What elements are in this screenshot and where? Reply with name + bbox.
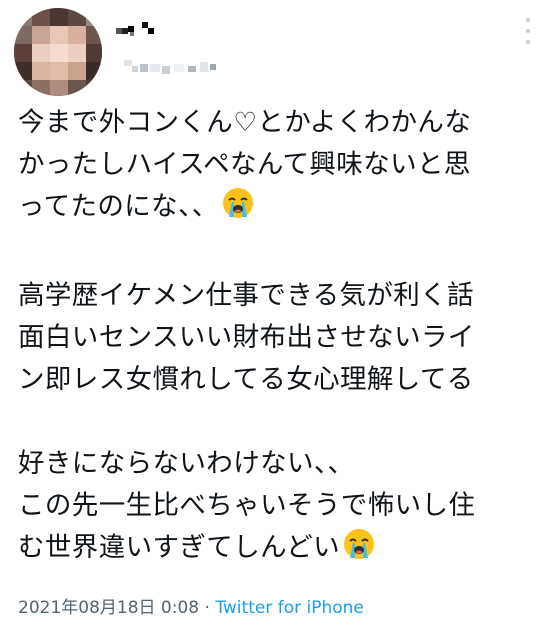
tweet-line: 今まで外コンくん♡とかよくわかんな bbox=[18, 107, 472, 138]
tweet-line: この先一生比べちゃいそうで怖いし住 bbox=[18, 490, 476, 521]
meta-separator: · bbox=[199, 598, 216, 618]
loudly-crying-face-icon bbox=[221, 186, 255, 233]
tweet-line: む世界違いすぎてしんどい bbox=[18, 527, 538, 574]
tweet-text: 今まで外コンくん♡とかよくわかんな かったしハイスペなんて興味ないと思 ってたの… bbox=[18, 102, 538, 574]
avatar[interactable] bbox=[14, 8, 102, 96]
tweet-line: 高学歴イケメン仕事できる気が利く話 bbox=[18, 280, 474, 311]
tweet-line: ってたのにな、、 bbox=[18, 186, 538, 233]
tweet-line: かったしハイスペなんて興味ないと思 bbox=[18, 149, 471, 180]
tweet-meta: 2021年08月18日 0:08 · Twitter for iPhone bbox=[18, 593, 364, 618]
more-options-icon[interactable] bbox=[524, 18, 532, 44]
username-redacted[interactable] bbox=[116, 60, 226, 80]
tweet-timestamp[interactable]: 2021年08月18日 0:08 bbox=[18, 598, 199, 618]
avatar-pixelated-image bbox=[14, 8, 102, 96]
tweet-line: 好きにならないわけない、、 bbox=[18, 448, 355, 479]
tweet-line: ン即レス女慣れしてる女心理解してる bbox=[18, 364, 474, 395]
display-name-redacted[interactable] bbox=[116, 22, 176, 46]
tweet-line: 面白いセンスいい財布出させないライ bbox=[18, 322, 475, 353]
tweet-source-link[interactable]: Twitter for iPhone bbox=[215, 598, 364, 618]
loudly-crying-face-icon bbox=[342, 527, 376, 574]
